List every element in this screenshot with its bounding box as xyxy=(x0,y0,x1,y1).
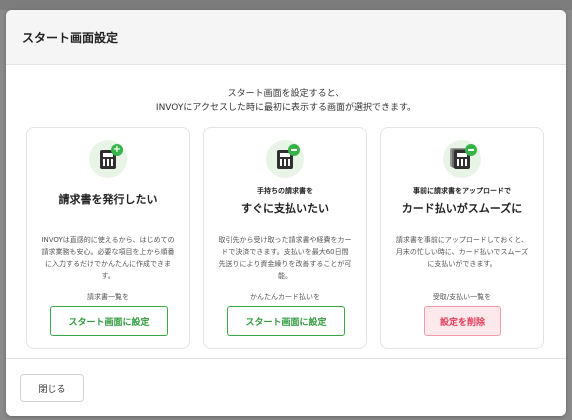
card-title: すぐに支払いたい xyxy=(241,202,329,215)
card-subtitle: 事前に請求書をアップロードで xyxy=(413,187,511,195)
intro-line-2: INVOYにアクセスした時に最初に表示する画面が選択できます。 xyxy=(155,103,417,113)
close-button[interactable]: 閉じる xyxy=(20,374,84,402)
card-caption: 請求書一覧を xyxy=(87,293,129,301)
intro-text: スタート画面を設定すると、 INVOYにアクセスした時に最初に表示する画面が選択… xyxy=(6,87,566,115)
minus-badge-icon xyxy=(288,144,300,156)
modal-footer: 閉じる xyxy=(6,358,566,416)
plus-badge-icon: + xyxy=(111,144,123,156)
card-caption: 受取/支払い一覧を xyxy=(432,293,492,301)
page-backdrop xyxy=(0,0,572,10)
card-title: 請求書を発行したい xyxy=(58,193,158,206)
start-screen-settings-modal: スタート画面設定 スタート画面を設定すると、 INVOYにアクセスした時に最初に… xyxy=(6,10,566,416)
option-cards: + 請求書を発行したい INVOYは直感的に使えるから、はじめての請求業務も安心… xyxy=(26,127,546,349)
invoice-plus-icon: + xyxy=(89,140,127,178)
card-caption: かんたんカード払いを xyxy=(250,293,320,301)
minus-badge-icon xyxy=(465,144,477,156)
card-issue-invoice: + 請求書を発行したい INVOYは直感的に使えるから、はじめての請求業務も安心… xyxy=(26,127,190,349)
card-description: 取引先から受け取った請求書や経費をカードで決済できます。支払いを最大60日間先送… xyxy=(218,236,352,280)
set-start-screen-button[interactable]: スタート画面に設定 xyxy=(227,306,345,336)
card-pay-invoice: 手持ちの請求書を すぐに支払いたい 取引先から受け取った請求書や経費をカードで決… xyxy=(203,127,367,349)
card-upload-invoice: 事前に請求書をアップロードで カード払いがスムーズに 請求書を事前にアップロード… xyxy=(380,127,544,349)
card-subtitle: 手持ちの請求書を xyxy=(257,187,313,195)
intro-line-1: スタート画面を設定すると、 xyxy=(227,89,345,99)
remove-setting-button[interactable]: 設定を削除 xyxy=(424,306,501,336)
card-title: カード払いがスムーズに xyxy=(401,202,523,215)
card-description: 請求書を事前にアップロードしておくと、月末の忙しい時に、カード払いでスムーズに支… xyxy=(395,236,529,268)
set-start-screen-button[interactable]: スタート画面に設定 xyxy=(50,306,168,336)
modal-header: スタート画面設定 xyxy=(6,10,566,65)
card-description: INVOYは直感的に使えるから、はじめての請求業務も安心。必要な項目を上から順番… xyxy=(41,236,175,280)
invoice-stack-icon xyxy=(443,140,481,178)
invoice-minus-icon xyxy=(266,140,304,178)
modal-title: スタート画面設定 xyxy=(22,30,119,45)
